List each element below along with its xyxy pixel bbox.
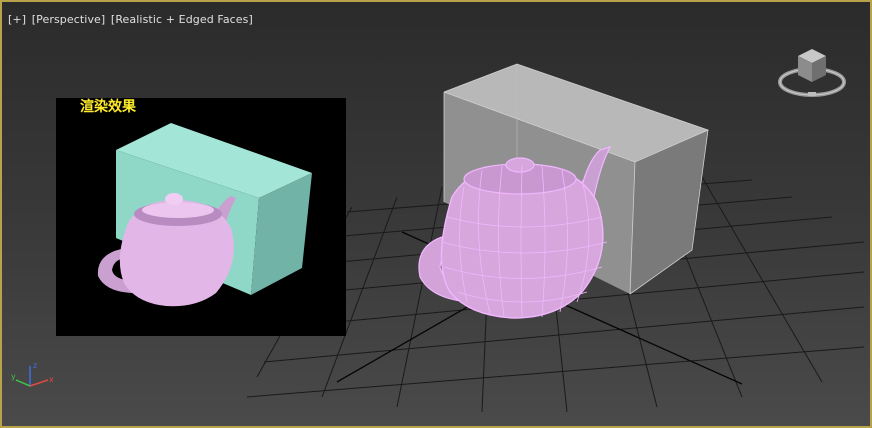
viewport-label-menu: [+] [Perspective] [Realistic + Edged Fac… <box>8 13 255 26</box>
render-preview-title: 渲染效果 <box>80 99 136 115</box>
viewport-view-label[interactable]: [Perspective] <box>32 13 106 26</box>
axis-z-label: z <box>33 361 37 370</box>
render-preview-drawing <box>97 123 312 307</box>
viewport-shading-label[interactable]: [Realistic + Edged Faces] <box>111 13 253 26</box>
axis-x-label: x <box>49 375 54 384</box>
viewcube-icon[interactable] <box>772 40 852 104</box>
axis-y-label: y <box>11 372 16 381</box>
perspective-viewport[interactable]: [+] [Perspective] [Realistic + Edged Fac… <box>0 0 872 428</box>
viewport-menu-plus[interactable]: [+] <box>8 13 26 26</box>
axis-tripod-icon: z x y <box>11 361 54 387</box>
render-preview-image: 渲染效果 <box>56 98 346 336</box>
